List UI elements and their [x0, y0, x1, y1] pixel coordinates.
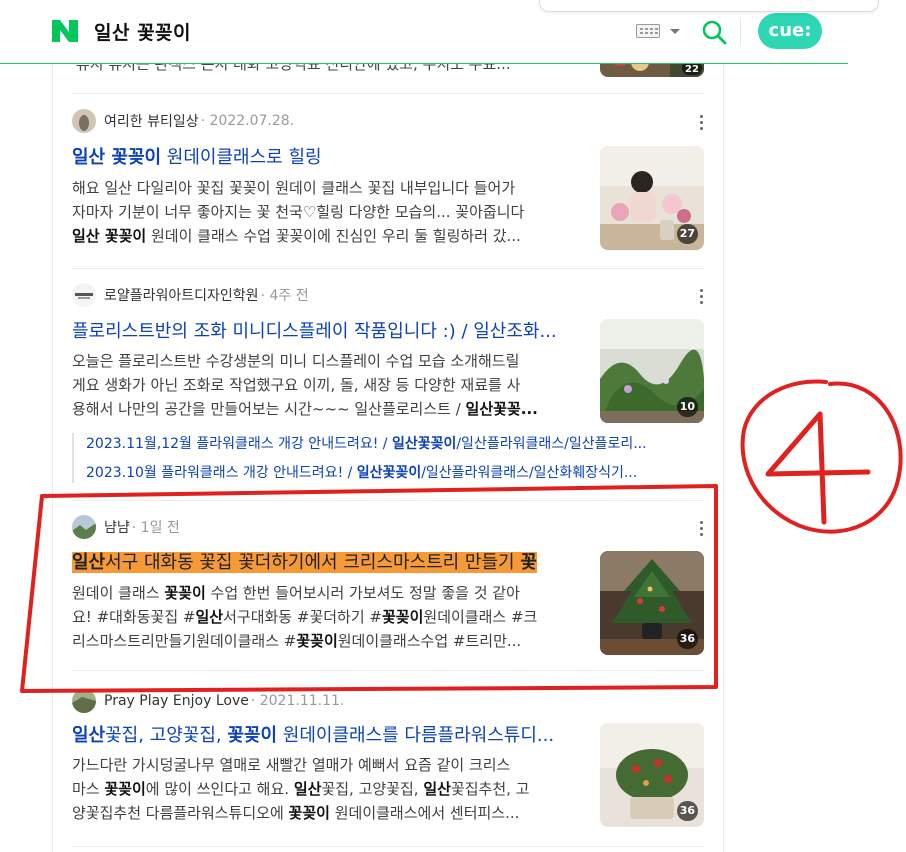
image-count-badge: 10 — [676, 397, 698, 417]
avatar[interactable] — [72, 515, 96, 539]
result-divider — [72, 670, 704, 671]
result-meta: Pray Play Enjoy Love · 2021.11.11. — [72, 688, 344, 714]
post-date: · 2022.07.28. — [200, 113, 295, 129]
avatar[interactable] — [72, 689, 96, 713]
image-count-badge: 36 — [676, 629, 698, 649]
result-divider — [72, 268, 704, 269]
snippet-line: 용해서 나만의 공간을 만들어보는 시간~~~ 일산플로리스트 / 일산꽃꽂..… — [72, 400, 538, 418]
image-count-badge: 36 — [676, 801, 698, 821]
more-options-icon[interactable] — [699, 115, 705, 131]
snippet-line: 가느다란 가시덩굴나무 열매로 새빨간 열매가 예뻐서 요즘 같이 크리스 — [72, 756, 511, 774]
header-divider — [740, 19, 741, 45]
snippet-line: 오늘은 플로리스트반 수강생분의 미니 디스플레이 수업 모습 소개해드릴 — [72, 352, 520, 370]
result-thumbnail[interactable]: 10 — [600, 319, 704, 423]
title-text: 원데이클래스로 힐링 — [161, 147, 322, 168]
dropdown-panel-edge — [539, 0, 879, 12]
result-divider — [72, 93, 704, 94]
search-query-text[interactable]: 일산 꽃꽂이 — [94, 18, 191, 45]
result-title-link[interactable]: 일산 꽃꽂이 원데이클래스로 힐링 — [72, 145, 582, 171]
snippet-line: 요! #대화동꽃집 #일산서구대화동 #꽃더하기 #꽃꽂이원데이클래스 #크 — [72, 608, 538, 626]
result-divider — [72, 846, 704, 847]
result-divider — [72, 500, 704, 501]
result-meta: 냠냠 · 1일 전 — [72, 514, 180, 540]
result-snippet[interactable]: 원데이 클래스 꽃꽂이 수업 한번 들어보시러 가보셔도 정말 좋을 것 같아 … — [72, 581, 580, 653]
post-date: · 4주 전 — [260, 288, 309, 304]
highlighted-title: 일산서구 대화동 꽃집 꽃더하기에서 크리스마스트리 만들기 꽃 — [72, 552, 537, 573]
snippet-line: 일산 꽃꽂이 원데이 클래스 수업 꽃꽂이에 진심인 우리 둘 힐링하러 갔..… — [72, 227, 521, 245]
snippet-line: 해요 일산 다일리아 꽃집 꽃꽂이 원데이 클래스 꽃집 내부입니다 들어가 — [72, 179, 516, 197]
search-icon[interactable] — [700, 18, 728, 46]
result-snippet[interactable]: 가느다란 가시덩굴나무 열매로 새빨간 열매가 예뻐서 요즘 같이 크리스 마스… — [72, 753, 580, 825]
post-date: · 1일 전 — [131, 520, 180, 536]
sub-post-link[interactable]: 2023.10월 플라워클래스 개강 안내드려요! / 일산꽃꽂이/일산플라워클… — [86, 462, 700, 484]
author-name[interactable]: 여리한 뷰티일상 — [104, 111, 199, 131]
result-meta: 로얄플라워아트디자인학원 · 4주 전 — [72, 282, 309, 308]
post-date: · 2021.11.11. — [250, 693, 345, 709]
author-name[interactable]: 냠냠 — [104, 517, 130, 537]
result-thumbnail[interactable]: 27 — [600, 146, 704, 250]
result-title-link[interactable]: 일산서구 대화동 꽃집 꽃더하기에서 크리스마스트리 만들기 꽃 — [72, 550, 570, 576]
annotation-circle — [740, 379, 903, 534]
result-title-link[interactable]: 플로리스트반의 조화 미니디스플레이 작품입니다 :) / 일산조화... — [72, 319, 582, 345]
avatar[interactable] — [72, 283, 96, 307]
snippet-line: 마스 꽃꽂이에 많이 쓰인다고 해요. 일산꽃집, 고양꽃집, 일산꽃집추천, … — [72, 780, 530, 798]
keyboard-icon[interactable] — [636, 24, 660, 38]
image-count-badge: 27 — [676, 224, 698, 244]
snippet-line: 원데이 클래스 꽃꽂이 수업 한번 들어보시러 가보셔도 정말 좋을 것 같아 — [72, 584, 520, 602]
author-name[interactable]: Pray Play Enjoy Love — [104, 693, 249, 709]
sub-post-link[interactable]: 2023.11월,12월 플라워클래스 개강 안내드려요! / 일산꽃꽂이/일산… — [86, 433, 700, 455]
result-snippet[interactable]: 오늘은 플로리스트반 수강생분의 미니 디스플레이 수업 모습 소개해드릴 게요… — [72, 349, 580, 421]
snippet-line: 게요 생화가 아닌 조화로 작업했구요 이끼, 돌, 새장 등 다양한 재료를 … — [72, 376, 521, 394]
more-options-icon[interactable] — [699, 521, 705, 537]
avatar[interactable] — [72, 109, 96, 133]
snippet-line: 리스마스트리만들기원데이클래스 #꽃꽂이원데이클래스수업 #트리만... — [72, 632, 522, 650]
result-thumbnail[interactable]: 36 — [600, 551, 704, 655]
result-thumbnail[interactable]: 36 — [600, 723, 704, 827]
more-options-icon[interactable] — [699, 289, 705, 305]
snippet-line: 자마자 기분이 너무 좋아지는 꽃 천국♡힐링 다양한 모습의... 꽂아줍니다 — [72, 203, 525, 221]
author-name[interactable]: 로얄플라워아트디자인학원 — [104, 285, 259, 305]
sub-posts-bar — [72, 433, 74, 483]
result-title-link[interactable]: 일산꽃집, 고양꽃집, 꽃꽂이 원데이클래스를 다름플라워스튜디... — [72, 723, 582, 749]
cue-button[interactable]: cue: — [758, 13, 822, 49]
result-snippet[interactable]: 해요 일산 다일리아 꽃집 꽃꽂이 원데이 클래스 꽃집 내부입니다 들어가 자… — [72, 176, 580, 248]
title-keyword: 일산 꽃꽂이 — [72, 147, 162, 168]
result-meta: 여리한 뷰티일상 · 2022.07.28. — [72, 108, 294, 134]
svg-text:22: 22 — [685, 64, 699, 75]
annotation-numeral-4 — [765, 411, 871, 525]
chevron-down-icon[interactable] — [670, 29, 680, 34]
naver-logo-icon[interactable] — [52, 20, 78, 42]
snippet-line: 양꽃집추천 다름플라워스튜디오에 꽃꽂이 원데이클래스에서 센터피스... — [72, 804, 520, 822]
